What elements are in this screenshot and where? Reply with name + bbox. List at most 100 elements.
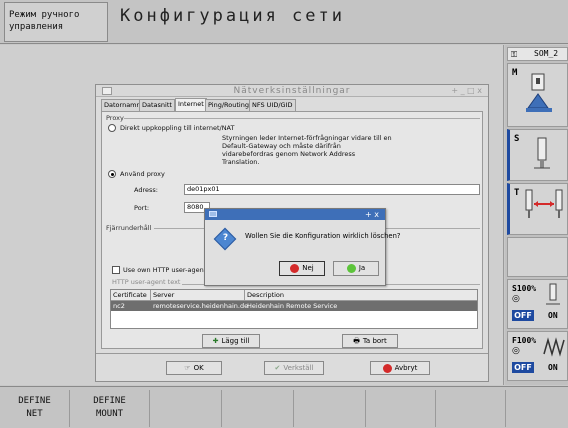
no-button-label: Nej <box>302 264 314 272</box>
remove-button-label: Ta bort <box>362 337 387 345</box>
softkey-define-net[interactable]: DEFINE NET <box>0 390 70 427</box>
m-label: M <box>512 68 518 78</box>
spindle-override-value: S100% <box>512 284 537 293</box>
use-own-agent-label: Use own HTTP user-agent <box>123 266 207 274</box>
direct-note-line-1: Styrningen leder Internet-förfrågningar … <box>222 134 392 142</box>
status-side-panel: ⚿ SOM_2 M S T S100% ◎ OFF ON F100% ◎ OFF… <box>505 45 568 385</box>
question-icon: ? <box>213 227 237 251</box>
softkey-empty-8[interactable] <box>506 390 568 427</box>
cancel-button[interactable]: Avbryt <box>370 361 430 375</box>
rotation-icon: ◎ <box>512 294 520 304</box>
feed-override-tile[interactable]: F100% ◎ OFF ON <box>507 331 568 381</box>
softkey-line-2: MOUNT <box>95 409 124 419</box>
softkey-line-2: NET <box>26 409 43 419</box>
tab-datornamn[interactable]: Datornamn <box>101 99 144 111</box>
empty-tile <box>507 237 568 277</box>
rotation-icon: ◎ <box>512 346 520 356</box>
s-label: S <box>514 134 520 144</box>
s-function-tile[interactable]: S <box>507 129 568 181</box>
softkey-define-mount[interactable]: DEFINE MOUNT <box>70 390 150 427</box>
t-function-tile[interactable]: T <box>507 183 568 235</box>
coolant-icon <box>526 73 552 112</box>
column-header-certificate[interactable]: Certificate <box>111 290 151 301</box>
tab-datasnitt[interactable]: Datasnitt <box>139 99 175 111</box>
spindle-on-label: ON <box>548 311 558 320</box>
dialog-titlebar[interactable]: Nätverksinställningar + _ □ x <box>96 85 488 97</box>
column-header-description[interactable]: Description <box>245 290 477 301</box>
apply-button[interactable]: ✔ Verkställ <box>264 361 324 375</box>
dialog-title: Nätverksinställningar <box>233 86 351 96</box>
tab-ping-routing[interactable]: Ping/Routing <box>205 99 252 111</box>
direct-note-line-3: vidarebefordras genom Network Address <box>222 150 356 158</box>
feed-off-badge: OFF <box>512 362 534 373</box>
t-label: T <box>514 188 520 198</box>
cell-server: remoteservice.heidenhain.de <box>153 302 249 310</box>
spindle-small-icon <box>546 283 560 305</box>
plus-icon: ✚ <box>212 337 219 345</box>
tab-internet[interactable]: Internet <box>175 98 207 111</box>
program-tab[interactable]: ⚿ SOM_2 <box>507 47 568 61</box>
confirm-titlebar[interactable]: + x <box>205 209 385 220</box>
remote-maintenance-group-label: Fjärrunderhåll <box>106 224 152 232</box>
ok-button[interactable]: ☞ OK <box>166 361 222 375</box>
feed-wave-icon <box>543 337 565 357</box>
softkey-empty-7[interactable] <box>436 390 506 427</box>
ok-button-label: OK <box>193 364 204 372</box>
tab-nfs-uid-gid[interactable]: NFS UID/GID <box>249 99 296 111</box>
cell-description: Heidenhain Remote Service <box>247 302 338 310</box>
divider <box>124 118 480 119</box>
apply-button-label: Verkställ <box>283 364 314 372</box>
spindle-icon <box>534 137 550 169</box>
address-input[interactable]: de01px01 <box>184 184 480 195</box>
checkmark-icon: ✔ <box>274 364 281 372</box>
softkey-empty-6[interactable] <box>366 390 436 427</box>
yes-button-label: Ja <box>358 264 366 272</box>
proxy-group-label: Proxy <box>106 114 124 122</box>
column-header-server[interactable]: Server <box>151 290 245 301</box>
certificate-table: Certificate Server Description nc2 remot… <box>110 289 478 329</box>
cancel-button-label: Avbryt <box>394 364 418 372</box>
window-controls[interactable]: + _ □ x <box>451 85 482 97</box>
screen-title: Конфигурация сети <box>120 6 345 26</box>
port-label: Port: <box>134 204 150 212</box>
cell-certificate: nc2 <box>113 302 125 310</box>
address-label: Adress: <box>134 186 158 194</box>
yes-button[interactable]: Ja <box>333 261 379 276</box>
feed-override-value: F100% <box>512 336 537 345</box>
spindle-override-tile[interactable]: S100% ◎ OFF ON <box>507 279 568 329</box>
add-button[interactable]: ✚ Lägg till <box>202 334 260 348</box>
remove-button[interactable]: 🖶 Ta bort <box>342 334 398 348</box>
key-icon: ⚿ <box>511 50 518 59</box>
agent-text-label: HTTP user-agent text <box>112 278 181 286</box>
use-proxy-label: Använd proxy <box>120 170 165 178</box>
operating-mode-box: Режим ручного управления <box>4 2 108 42</box>
softkey-line-1: DEFINE <box>18 396 51 406</box>
m-function-tile[interactable]: M <box>507 63 568 127</box>
direct-note-line-4: Translation. <box>222 158 260 166</box>
tool-change-icon <box>525 189 563 218</box>
spindle-off-badge: OFF <box>512 310 534 321</box>
softkey-line-1: DEFINE <box>93 396 126 406</box>
mode-line-1: Режим ручного <box>9 10 80 20</box>
use-proxy-radio[interactable] <box>108 170 116 178</box>
softkey-empty-4[interactable] <box>222 390 294 427</box>
softkey-empty-3[interactable] <box>150 390 222 427</box>
printer-icon: 🖶 <box>353 337 360 345</box>
window-menu-icon[interactable] <box>209 211 217 217</box>
header-bar: Режим ручного управления Конфигурация се… <box>0 0 568 44</box>
program-tab-label: SOM_2 <box>534 49 559 58</box>
divider <box>96 353 488 354</box>
use-own-agent-checkbox[interactable] <box>112 266 120 274</box>
direct-note-line-2: Default-Gateway och måste därifrån <box>222 142 341 150</box>
feed-on-label: ON <box>548 363 558 372</box>
yes-icon <box>346 263 356 273</box>
confirm-message: Wollen Sie die Konfiguration wirklich lö… <box>245 232 401 240</box>
window-controls[interactable]: + x <box>365 209 379 220</box>
direct-connection-label: Direkt uppkoppling till internet/NAT <box>120 124 235 132</box>
softkey-empty-5[interactable] <box>294 390 366 427</box>
no-button[interactable]: Nej <box>279 261 325 276</box>
direct-connection-radio[interactable] <box>108 124 116 132</box>
cancel-icon <box>382 363 392 373</box>
no-icon <box>290 263 300 273</box>
confirm-delete-dialog: + x ? Wollen Sie die Konfiguration wirkl… <box>204 208 401 286</box>
